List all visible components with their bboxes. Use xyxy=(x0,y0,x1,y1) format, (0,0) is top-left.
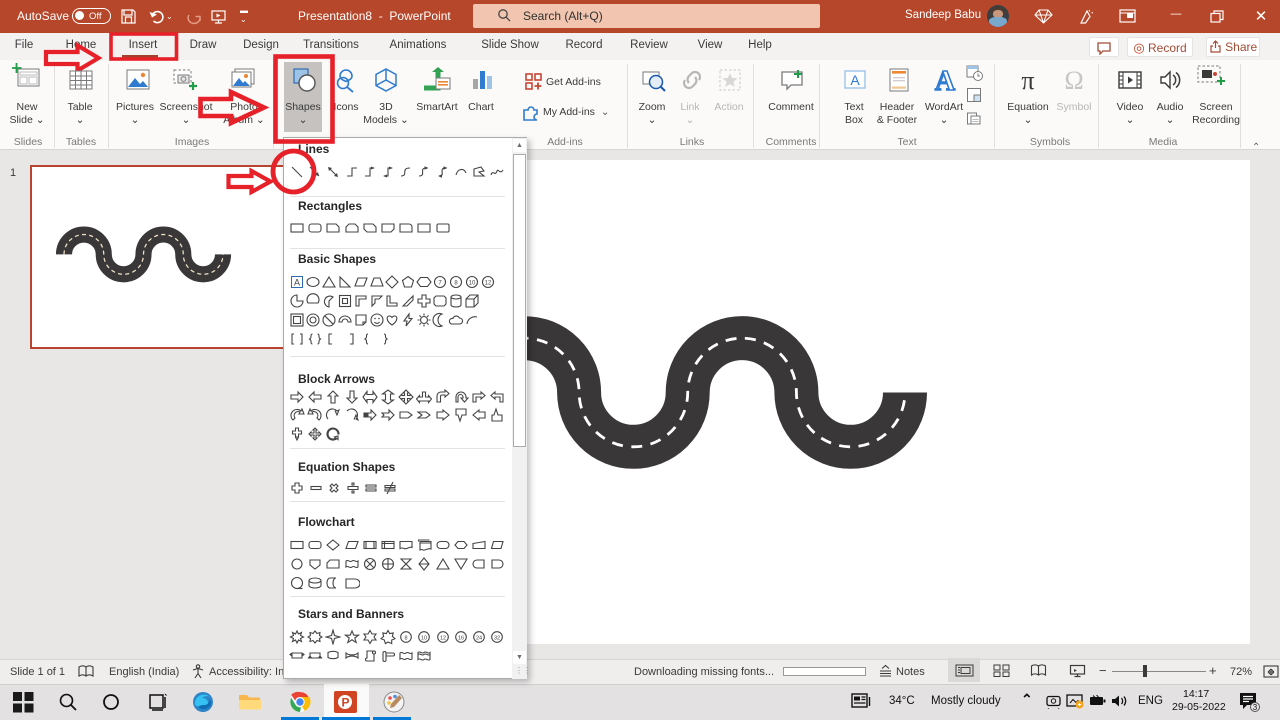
svg-text:3: 3 xyxy=(1253,703,1258,712)
svg-text:8: 8 xyxy=(454,281,458,287)
svg-text:12: 12 xyxy=(440,635,446,641)
svg-text:A: A xyxy=(850,72,860,88)
svg-text:7: 7 xyxy=(438,281,442,287)
svg-text:P: P xyxy=(341,696,349,710)
svg-text:10: 10 xyxy=(469,281,476,287)
svg-text:π: π xyxy=(1021,66,1034,94)
svg-text:A: A xyxy=(294,278,300,288)
svg-text:24: 24 xyxy=(476,635,482,641)
svg-text:A: A xyxy=(935,66,956,94)
svg-text:10: 10 xyxy=(421,635,427,641)
svg-text:8: 8 xyxy=(405,635,408,641)
svg-text:Ω: Ω xyxy=(1064,66,1083,94)
svg-text:12: 12 xyxy=(484,281,491,287)
svg-text:16: 16 xyxy=(458,635,464,641)
svg-text:32: 32 xyxy=(494,635,500,641)
